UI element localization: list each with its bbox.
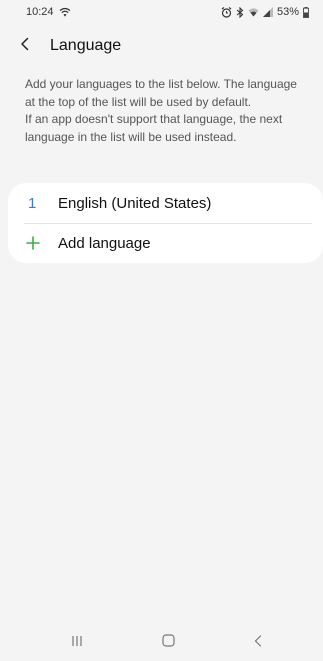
battery-icon	[303, 6, 309, 18]
wifi-shield-icon	[59, 7, 71, 18]
bluetooth-icon	[236, 6, 244, 18]
add-language-button[interactable]: Add language	[8, 223, 323, 263]
status-right: 53%	[221, 6, 309, 18]
language-item-english-us[interactable]: 1 English (United States)	[8, 183, 323, 223]
navigation-bar	[0, 625, 323, 661]
description-line-1: Add your languages to the list below. Th…	[25, 77, 297, 109]
signal-icon	[262, 7, 273, 17]
add-language-label: Add language	[58, 234, 151, 252]
wifi-icon	[248, 7, 259, 17]
description-line-2: If an app doesn't support that language,…	[25, 112, 283, 144]
back-button[interactable]	[20, 32, 50, 60]
nav-back-button[interactable]	[238, 633, 278, 653]
header: Language	[0, 32, 323, 60]
plus-icon	[8, 236, 48, 250]
status-time: 10:24	[26, 6, 54, 18]
recents-button[interactable]	[57, 633, 97, 653]
alarm-icon	[221, 6, 232, 18]
battery-percent: 53%	[276, 6, 299, 18]
description: Add your languages to the list below. Th…	[25, 76, 310, 146]
status-left: 10:24	[26, 6, 71, 18]
language-name: English (United States)	[58, 194, 212, 212]
language-index: 1	[28, 194, 37, 212]
home-icon	[161, 634, 175, 652]
language-list-card: 1 English (United States) Add language	[8, 183, 323, 263]
recents-icon	[71, 634, 83, 652]
status-bar: 10:24 53%	[0, 0, 323, 24]
home-button[interactable]	[148, 633, 188, 653]
page-title: Language	[50, 37, 122, 54]
chevron-left-icon	[20, 37, 30, 56]
nav-back-icon	[254, 634, 262, 652]
